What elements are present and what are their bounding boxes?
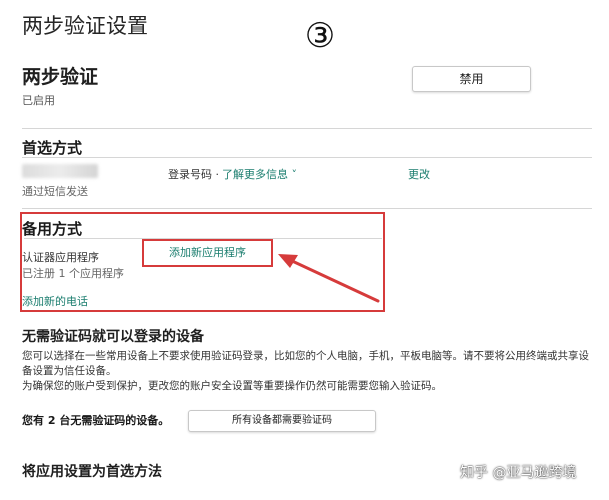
authenticator-app-count: 已注册 1 个应用程序 xyxy=(22,267,124,280)
page-title: 两步验证设置 xyxy=(22,14,148,38)
learn-more-link[interactable]: 了解更多信息 ˅ xyxy=(222,166,297,182)
section-divider xyxy=(22,208,592,209)
watermark: 知乎 @亚马逊跨境 xyxy=(460,465,577,481)
trusted-device-count: 您有 2 台无需验证码的设备。 xyxy=(22,414,170,427)
step-number-badge: ③ xyxy=(304,16,336,56)
authenticator-app-label: 认证器应用程序 xyxy=(22,251,99,264)
require-code-all-devices-button[interactable]: 所有设备都需要验证码 xyxy=(188,410,376,432)
two-step-heading: 两步验证 xyxy=(22,66,99,88)
preferred-method-heading: 首选方式 xyxy=(22,139,83,157)
masked-phone-number xyxy=(22,164,98,178)
trusted-devices-description: 您可以选择在一些常用设备上不要求使用验证码登录，比如您的个人电脑，手机，平板电脑… xyxy=(22,350,589,377)
security-note: 为确保您的账户受到保护，更改您的账户安全设置等重要操作仍然可能需要您输入验证码。 xyxy=(22,380,442,392)
send-via-sms-label: 通过短信发送 xyxy=(22,185,88,198)
section-divider xyxy=(22,157,592,158)
trusted-devices-heading: 无需验证码就可以登录的设备 xyxy=(22,329,204,345)
app-preferred-heading: 将应用设置为首选方法 xyxy=(22,464,162,480)
backup-method-heading: 备用方式 xyxy=(22,220,83,238)
section-divider xyxy=(22,128,592,129)
disable-button[interactable]: 禁用 xyxy=(412,66,531,92)
change-link[interactable]: 更改 xyxy=(408,166,430,182)
login-number-label: 登录号码 · xyxy=(168,168,219,181)
add-new-app-link[interactable]: 添加新应用程序 xyxy=(142,239,273,267)
two-step-status: 已启用 xyxy=(22,94,55,107)
add-new-phone-link[interactable]: 添加新的电话 xyxy=(22,293,88,309)
